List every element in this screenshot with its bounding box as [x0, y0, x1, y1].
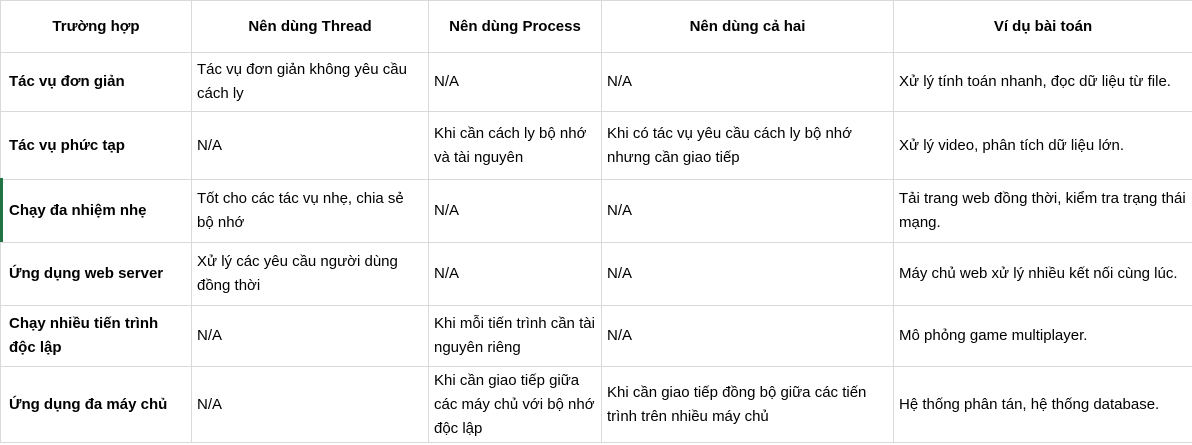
header-both[interactable]: Nên dùng cả hai [601, 0, 894, 53]
spreadsheet-grid: Trường hợp Nên dùng Thread Nên dùng Proc… [0, 0, 1192, 445]
comparison-table: Trường hợp Nên dùng Thread Nên dùng Proc… [0, 0, 1192, 443]
cell-both[interactable]: N/A [601, 305, 894, 367]
header-example[interactable]: Ví dụ bài toán [893, 0, 1192, 53]
table-row: Ứng dụng đa máy chủ N/A Khi cần giao tiế… [0, 366, 1192, 443]
row-selection-indicator [0, 178, 3, 242]
cell-example[interactable]: Xử lý video, phân tích dữ liệu lớn. [893, 111, 1192, 180]
cell-thread[interactable]: Tốt cho các tác vụ nhẹ, chia sẻ bộ nhớ [191, 179, 429, 243]
cell-both[interactable]: Khi cần giao tiếp đồng bộ giữa các tiến … [601, 366, 894, 443]
header-thread[interactable]: Nên dùng Thread [191, 0, 429, 53]
cell-example[interactable]: Tải trang web đồng thời, kiểm tra trạng … [893, 179, 1192, 243]
cell-case[interactable]: Chạy nhiều tiến trình độc lập [0, 305, 192, 367]
cell-example[interactable]: Mô phỏng game multiplayer. [893, 305, 1192, 367]
cell-both[interactable]: Khi có tác vụ yêu cầu cách ly bộ nhớ như… [601, 111, 894, 180]
table-row: Chạy nhiều tiến trình độc lập N/A Khi mỗ… [0, 305, 1192, 367]
header-process[interactable]: Nên dùng Process [428, 0, 602, 53]
cell-process[interactable]: Khi mỗi tiến trình cần tài nguyên riêng [428, 305, 602, 367]
cell-case[interactable]: Chạy đa nhiệm nhẹ [0, 179, 192, 243]
cell-case[interactable]: Tác vụ đơn giản [0, 52, 192, 112]
cell-both[interactable]: N/A [601, 242, 894, 306]
cell-process[interactable]: N/A [428, 242, 602, 306]
cell-process[interactable]: Khi cần giao tiếp giữa các máy chủ với b… [428, 366, 602, 443]
cell-thread[interactable]: N/A [191, 111, 429, 180]
cell-thread[interactable]: N/A [191, 305, 429, 367]
cell-both[interactable]: N/A [601, 179, 894, 243]
cell-case[interactable]: Ứng dụng đa máy chủ [0, 366, 192, 443]
cell-process[interactable]: N/A [428, 52, 602, 112]
cell-case[interactable]: Tác vụ phức tạp [0, 111, 192, 180]
cell-example[interactable]: Máy chủ web xử lý nhiều kết nối cùng lúc… [893, 242, 1192, 306]
header-case[interactable]: Trường hợp [0, 0, 192, 53]
cell-process[interactable]: Khi cần cách ly bộ nhớ và tài nguyên [428, 111, 602, 180]
table-row: Ứng dụng web server Xử lý các yêu cầu ng… [0, 242, 1192, 306]
cell-thread[interactable]: N/A [191, 366, 429, 443]
cell-example[interactable]: Hệ thống phân tán, hệ thống database. [893, 366, 1192, 443]
table-row: Tác vụ phức tạp N/A Khi cần cách ly bộ n… [0, 111, 1192, 180]
header-row: Trường hợp Nên dùng Thread Nên dùng Proc… [0, 0, 1192, 53]
table-row: Tác vụ đơn giản Tác vụ đơn giản không yê… [0, 52, 1192, 112]
cell-case[interactable]: Ứng dụng web server [0, 242, 192, 306]
cell-both[interactable]: N/A [601, 52, 894, 112]
cell-example[interactable]: Xử lý tính toán nhanh, đọc dữ liệu từ fi… [893, 52, 1192, 112]
table-row: Chạy đa nhiệm nhẹ Tốt cho các tác vụ nhẹ… [0, 179, 1192, 243]
cell-thread[interactable]: Tác vụ đơn giản không yêu cầu cách ly [191, 52, 429, 112]
cell-process[interactable]: N/A [428, 179, 602, 243]
cell-thread[interactable]: Xử lý các yêu cầu người dùng đồng thời [191, 242, 429, 306]
